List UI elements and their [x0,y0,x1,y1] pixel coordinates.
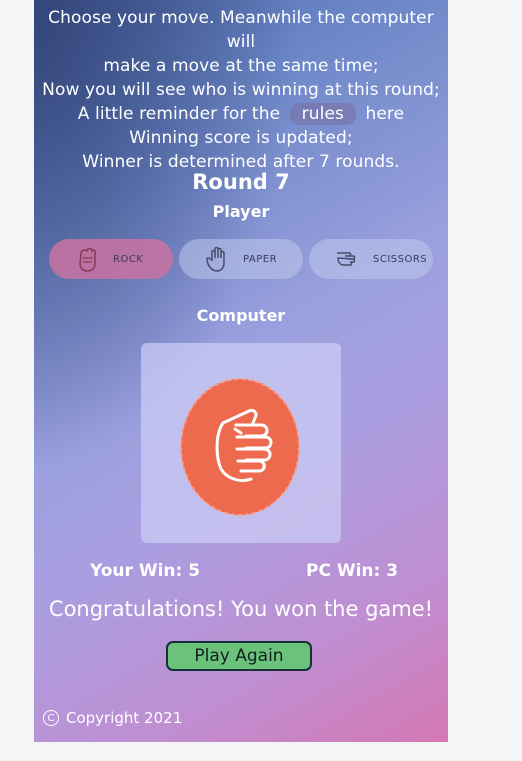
round-title: Round 7 [192,170,290,194]
instruction-line: make a move at the same time; [103,56,379,76]
instructions: Choose your move. Meanwhile the computer… [34,6,448,174]
computer-label: Computer [196,306,286,325]
instruction-text: A little reminder for the [77,104,281,124]
instruction-line-rules: A little reminder for the rules here [34,102,448,126]
scissors-label: SCISSORS [373,253,428,265]
game-panel: Choose your move. Meanwhile the computer… [34,0,448,742]
rock-label: ROCK [113,253,144,265]
player-label: Player [212,202,270,221]
fist-icon [79,247,97,272]
play-again-button[interactable]: Play Again [166,641,312,671]
instruction-line: Now you will see who is winning at this … [42,80,440,100]
copyright-icon: C [43,710,59,726]
rock-button[interactable]: ROCK [49,239,173,279]
computer-score: PC Win: 3 [306,561,399,581]
result-message: Congratulations! You won the game! [48,597,434,621]
instruction-line: Winning score is updated; [129,128,353,148]
paper-label: PAPER [243,253,278,265]
rock-fist-icon [180,378,300,516]
instruction-text: here [365,104,405,124]
open-hand-icon [206,246,225,272]
player-score: Your Win: 5 [90,561,201,581]
scissors-hand-icon [337,252,356,266]
copyright-text: Copyright 2021 [66,709,183,727]
computer-move-card [141,343,341,543]
paper-button[interactable]: PAPER [179,239,303,279]
instruction-line: Choose your move. Meanwhile the computer… [48,8,434,52]
rules-button[interactable]: rules [289,103,356,125]
footer-copyright: C Copyright 2021 [43,709,182,727]
scissors-button[interactable]: SCISSORS [309,239,433,279]
